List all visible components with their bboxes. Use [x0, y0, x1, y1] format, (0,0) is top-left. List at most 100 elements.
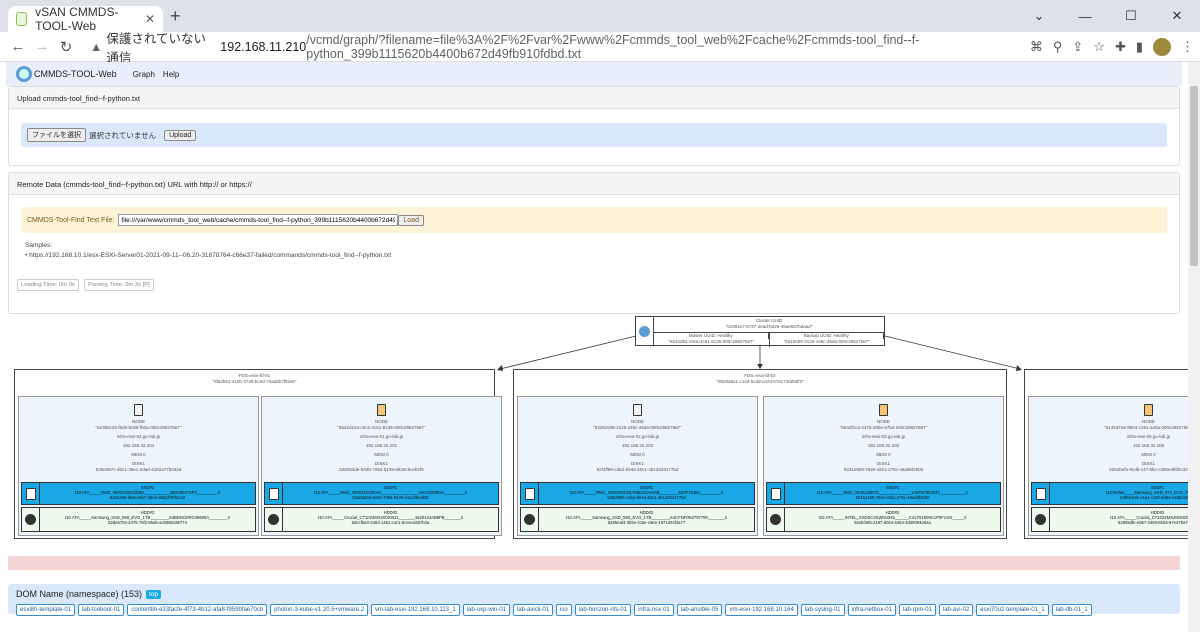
choose-file-button[interactable]: ファイルを選択	[27, 128, 86, 142]
remote-field-label: CMMDS-Tool-Find Text File:	[27, 216, 115, 224]
ssd-disk[interactable]: SSD#1 t10.ATA_____RMC_NI00246B70_________…	[766, 482, 1001, 505]
dom-chip[interactable]: lab-oxp-win-01	[462, 604, 511, 616]
tab-close-icon[interactable]: ✕	[145, 12, 155, 26]
server-icon	[879, 404, 888, 416]
hdd-disk[interactable]: HDD#2 t10.ATA_____Samsung_SSD_860_EVO_1TB…	[21, 507, 256, 532]
sample-link[interactable]: • https://192.168.10.1/esx-ESXi-Server01…	[25, 251, 1163, 261]
server-icon	[134, 404, 143, 416]
page-scrollbar[interactable]	[1188, 62, 1200, 632]
dom-chip-list: esxi80-template-01 lab-tceboot-01 contentl…	[16, 604, 1172, 616]
dom-chip[interactable]: contentlib-e33facfe-4f73-4b12-afa8-f959b…	[127, 604, 268, 616]
chevron-down-icon[interactable]: ⌄	[1016, 0, 1062, 32]
zoom-icon[interactable]: ⚲	[1053, 39, 1063, 55]
hdd-uuid: 52de6702-4475-76f2-85ab-ac5068196774	[108, 520, 187, 526]
node-host: infra-esxi-02.go-lab.jp	[615, 434, 660, 439]
bookmark-star-icon[interactable]: ☆	[1093, 39, 1105, 55]
dom-chip[interactable]: infra-netbox-01	[847, 604, 896, 616]
dom-chip[interactable]: lab-tceboot-01	[78, 604, 125, 616]
hdd-uuid: 52ebf465-2197-d044-5464-3d29094e52a	[854, 520, 931, 526]
browser-tab[interactable]: vSAN CMMDS-TOOL-Web ✕	[8, 5, 163, 33]
dom-chip[interactable]: lab-horizon-nfs-01	[574, 604, 632, 616]
sidepanel-icon[interactable]: ▮	[1136, 39, 1143, 55]
minimize-icon[interactable]: —	[1062, 0, 1108, 32]
translate-icon[interactable]: ⌘	[1030, 39, 1043, 55]
esxi-node[interactable]: NODE "6235c938-3125-445c-46da-000c2982766…	[517, 396, 758, 536]
ssd-icon	[524, 487, 535, 500]
menu-icon[interactable]: ⋮	[1181, 39, 1194, 55]
esxi-node[interactable]: NODE "62356c28-f6de-bc86-fb0a-000c2982766…	[18, 396, 259, 536]
ssd-icon	[1035, 487, 1046, 500]
dom-chip[interactable]: photon-3-kube-v1.20.5+vmware.2	[270, 604, 369, 616]
load-button[interactable]: Load	[398, 214, 424, 226]
ssd-icon	[25, 487, 36, 500]
remote-url-input[interactable]	[118, 214, 399, 226]
reload-icon[interactable]: ↻	[54, 38, 78, 56]
samples-box: Samples: • https://192.168.10.1/esx-ESXi…	[21, 241, 1167, 261]
node-ip: 192.168.32.204	[122, 443, 155, 448]
dom-chip[interactable]: vm-esxi-192.168.10.164	[725, 604, 798, 616]
share-icon[interactable]: ⇪	[1072, 39, 1083, 55]
dom-chip[interactable]: esxi80-template-01	[16, 604, 76, 616]
node-mem: MEM 0	[374, 452, 389, 457]
dom-chip[interactable]: lab-avicli-01	[513, 604, 554, 616]
profile-avatar[interactable]	[1153, 37, 1171, 56]
app-brand[interactable]: CMMDS-TOOL-Web	[34, 69, 117, 79]
browser-tabstrip: vSAN CMMDS-TOOL-Web ✕ + ⌄ — ☐ ✕	[0, 0, 1200, 33]
node-uuid: "6235c938-3125-445c-46da-000c29827667"	[593, 425, 682, 430]
backup-uuid: "6215658-3125-445c-46da-000c29527667"	[783, 339, 870, 344]
hdd-disk[interactable]: HDD#2t10.ATA_____Crucial_CT1024MX200SSD1…	[1031, 507, 1188, 532]
hdd-disk[interactable]: HDD#2 t10.ATA_____INTEL_SSDSC2KW010H6____…	[766, 507, 1001, 532]
node-uuid: "6542f1ca-4475-39be-a7b4-000c29827667"	[839, 425, 928, 430]
close-window-icon[interactable]: ✕	[1154, 0, 1200, 32]
node-ip: 192.168.32.205	[1132, 443, 1165, 448]
warning-icon[interactable]: ▲	[90, 40, 102, 54]
cluster-node[interactable]: Cluster UUID "52381e7-6727-2ead-b226-46a…	[635, 316, 885, 347]
maximize-icon[interactable]: ☐	[1108, 0, 1154, 32]
dom-chip[interactable]: lab-db-01_1	[1051, 604, 1092, 616]
dom-chip[interactable]: infra-nsx-01	[634, 604, 674, 616]
upload-panel: Upload cmmds-tool_find--f-python.txt ファイ…	[8, 86, 1180, 166]
extensions-icon[interactable]: ✚	[1115, 39, 1126, 55]
dom-chip[interactable]: vm-lab-esxi-192.168.10.113_1	[371, 604, 460, 616]
top-badge[interactable]: top	[146, 589, 162, 599]
esxi-node[interactable]: NODE "614537a5-9804-c191-a40a-000c2982766…	[1028, 396, 1188, 536]
cluster-graph: Cluster UUID "52381e7-6727-2ead-b226-46a…	[0, 314, 1188, 556]
dom-chip[interactable]: iso	[556, 604, 572, 616]
hdd-disk[interactable]: HDD#2t10.ATA_____Crucial_CT1024MX200SSD1…	[264, 507, 499, 532]
server-icon	[1144, 404, 1153, 416]
ssd-disk[interactable]: SSD#1t10.NVMe____Samsung_SSD_970_EVO_Plu…	[1031, 482, 1188, 505]
hdd-uuid: 52ecf5a4-340d-1461-c4c1-5ceecd467b2a	[351, 520, 430, 526]
esxi-node[interactable]: NODE "6542f1ca-4475-39be-a7b4-000c2982766…	[763, 396, 1004, 536]
new-tab-icon[interactable]: +	[170, 6, 181, 27]
app-logo-icon	[16, 66, 32, 82]
window-controls: ⌄ — ☐ ✕	[1016, 0, 1200, 32]
esxi-node[interactable]: NODE "6542d154-c9ca-4c51-8135-000c2982766…	[261, 396, 502, 536]
ssd-disk[interactable]: SSD#1 t10.ATA_____RMC_NI00240C84A0_______…	[264, 482, 499, 505]
dom-chip[interactable]: lab-ansible-05	[676, 604, 723, 616]
fault-domain-2[interactable]: FDS=esxi-fd-02 "9929a5a1-c12d-5cdd-ca7d-…	[513, 369, 1007, 539]
nav-link-graph[interactable]: Graph	[133, 70, 155, 79]
forward-icon[interactable]: →	[30, 38, 54, 55]
back-icon[interactable]: ←	[6, 38, 30, 55]
remote-panel-header: Remote Data (cmmds-tool_find--f-python.t…	[9, 173, 1179, 195]
node-uuid: "6542d154-c9ca-4c51-8135-000c29827667"	[337, 425, 426, 430]
dom-chip[interactable]: lab-avi-02	[938, 604, 974, 616]
nav-link-help[interactable]: Help	[163, 70, 179, 79]
node-disk-uuid: 5231e969-792e-c821-276c-46ad6f2500	[843, 467, 924, 472]
hdd-disk[interactable]: HDD#2 t10.ATA_____Samsung_SSD_860_EVO_1TB…	[520, 507, 755, 532]
ssd-disk[interactable]: SSD#1 t10.ATA_____RMC_NI00232822D0E______…	[21, 482, 256, 505]
dom-chip[interactable]: lab-syslog-01	[800, 604, 845, 616]
dom-chip[interactable]: lab-rpm-01	[898, 604, 936, 616]
node-disk-uuid: 526ebef5-8cdb-c47-8bc-c396e4f6f5c32	[1109, 467, 1188, 472]
node-mem: MEM 0	[131, 452, 146, 457]
upload-button[interactable]: Upload	[164, 129, 197, 141]
dom-chip[interactable]: esxi70u2-template-01_1	[976, 604, 1049, 616]
samples-title: Samples:	[25, 242, 53, 249]
ssd-icon	[268, 487, 279, 500]
fault-domain-1[interactable]: FDS=esxi-fd-01 "9fa2b51-415b-4729-bc5d-7…	[14, 369, 502, 539]
fault-domain-3[interactable]: NODE "614537a5-9804-c191-a40a-000c2982766…	[1024, 369, 1188, 539]
url-field[interactable]: ▲ 保護されていない通信 192.168.11.210/vcmd/graph/?…	[88, 32, 1018, 65]
node-host: infra-esxi-01.go-lab.jp	[359, 434, 404, 439]
ssd-disk[interactable]: SSD#1 t10.ATA_____RMC_NI00240C64A0BD4024A…	[520, 482, 755, 505]
node-mem: MEM 0	[1141, 452, 1156, 457]
